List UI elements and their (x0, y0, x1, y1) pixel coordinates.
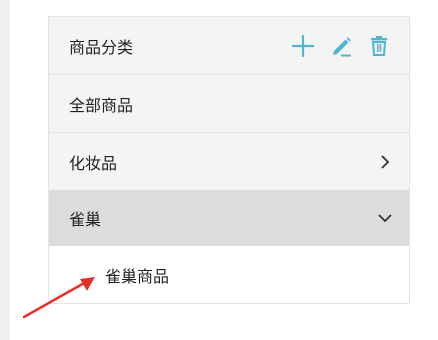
category-item-label: 雀巢 (69, 210, 102, 229)
plus-icon[interactable] (291, 34, 315, 58)
header-actions (277, 34, 391, 58)
trash-icon[interactable] (367, 34, 391, 58)
subcategory-item-label: 雀巢商品 (105, 266, 170, 286)
pencil-icon[interactable] (329, 34, 353, 58)
category-item-nestle[interactable]: 雀巢 (49, 190, 409, 246)
category-panel-header: 商品分类 (49, 17, 409, 75)
category-panel: 商品分类 全部商品 化妆品 雀巢 雀巢商品 (48, 16, 410, 304)
category-item-label: 化妆品 (69, 153, 118, 173)
chevron-right-icon (377, 154, 393, 170)
category-item-all-products[interactable]: 全部商品 (49, 75, 409, 133)
subcategory-item-nestle-products[interactable]: 雀巢商品 (49, 246, 409, 303)
category-item-label: 全部商品 (69, 95, 134, 115)
left-gutter (0, 0, 10, 340)
red-arrow-icon (22, 277, 95, 319)
category-item-cosmetics[interactable]: 化妆品 (49, 133, 409, 190)
chevron-down-icon (377, 210, 393, 226)
category-panel-title: 商品分类 (69, 37, 134, 57)
